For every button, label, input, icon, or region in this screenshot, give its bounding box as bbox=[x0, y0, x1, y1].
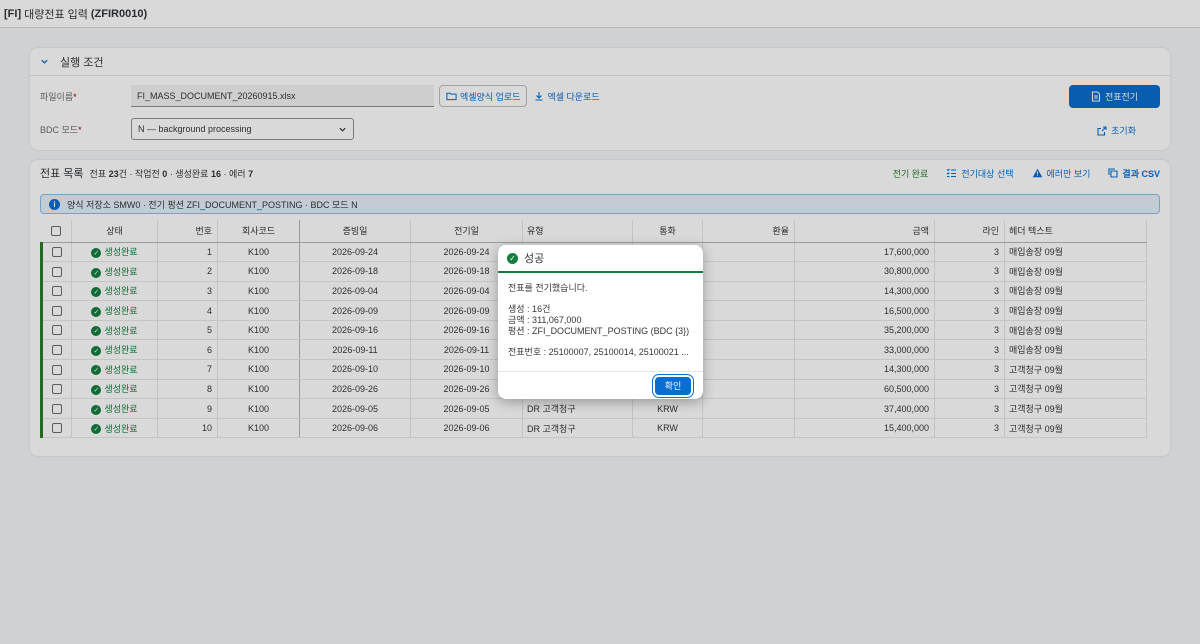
success-dialog: ✓ 성공 전표를 전기했습니다. 생성 : 16건 금액 : 311,067,0… bbox=[498, 245, 703, 399]
confirm-button[interactable]: 확인 bbox=[655, 376, 691, 395]
dialog-title: 성공 bbox=[524, 253, 545, 265]
dialog-body: 전표를 전기했습니다. 생성 : 16건 금액 : 311,067,000 펑션… bbox=[498, 273, 703, 358]
dialog-document-numbers: 전표번호 : 25100007, 25100014, 25100021 ... bbox=[508, 347, 689, 357]
dialog-amount: 금액 : 311,067,000 bbox=[508, 315, 582, 325]
dialog-message: 전표를 전기했습니다. bbox=[508, 283, 588, 293]
dialog-created: 생성 : 16건 bbox=[508, 304, 551, 314]
dialog-header: ✓ 성공 bbox=[498, 245, 703, 273]
dialog-footer: 확인 bbox=[498, 371, 703, 399]
dialog-function: 펑션 : ZFI_DOCUMENT_POSTING (BDC {3}) bbox=[508, 326, 690, 336]
success-check-icon: ✓ bbox=[507, 252, 518, 264]
